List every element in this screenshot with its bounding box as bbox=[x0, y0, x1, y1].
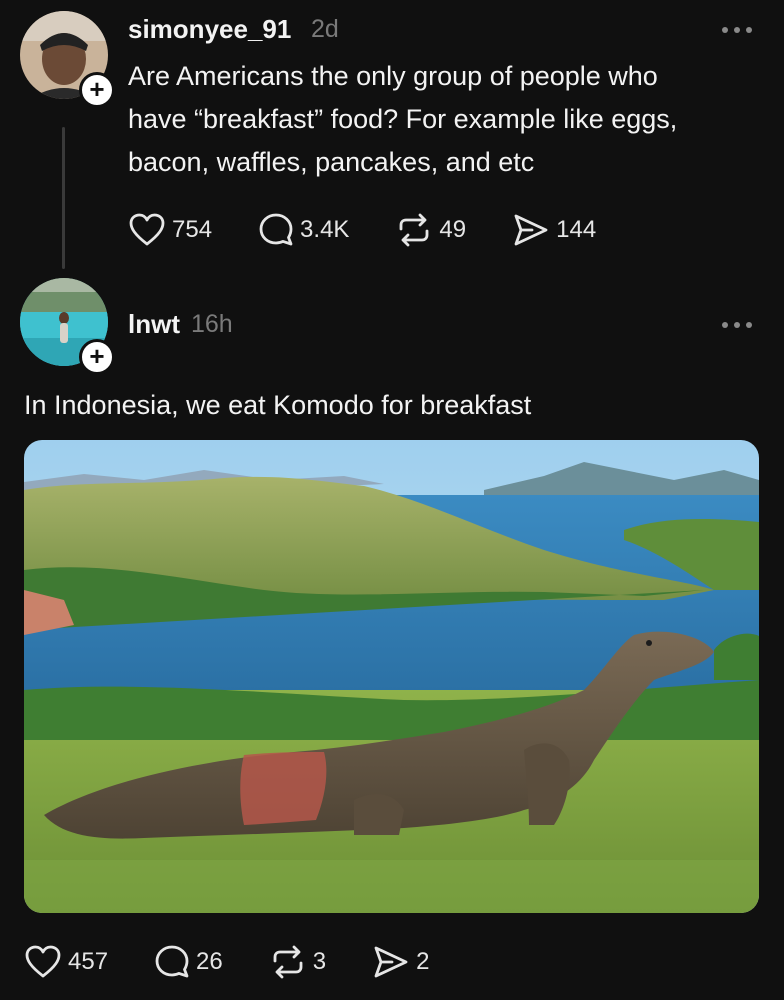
thread-connector-line bbox=[62, 127, 65, 269]
post-timestamp: 2d bbox=[311, 15, 339, 43]
like-count: 457 bbox=[68, 948, 109, 975]
comment-button[interactable]: 3.4K bbox=[258, 212, 349, 248]
comment-button[interactable]: 26 bbox=[154, 944, 223, 980]
like-button[interactable]: 754 bbox=[128, 212, 212, 248]
share-button[interactable]: 2 bbox=[372, 944, 429, 980]
more-options-icon[interactable] bbox=[722, 21, 756, 37]
post-actions: 754 3.4K 49 144 bbox=[128, 212, 642, 248]
reply-actions: 457 26 3 2 bbox=[24, 944, 475, 980]
like-button[interactable]: 457 bbox=[24, 944, 108, 980]
repost-button[interactable]: 3 bbox=[269, 944, 326, 980]
share-button[interactable]: 144 bbox=[512, 212, 596, 248]
comment-count: 26 bbox=[196, 948, 223, 975]
thread-view: + simonyee_91 2d Are Americans the only … bbox=[0, 0, 784, 1000]
reply-image[interactable] bbox=[24, 440, 759, 913]
post-username[interactable]: simonyee_91 bbox=[128, 14, 291, 45]
more-options-icon[interactable] bbox=[722, 316, 756, 332]
heart-icon bbox=[129, 213, 165, 246]
repost-count: 49 bbox=[439, 216, 467, 243]
reply-username[interactable]: lnwt bbox=[128, 309, 180, 340]
reply-body: In Indonesia, we eat Komodo for breakfas… bbox=[24, 390, 532, 420]
komodo-dragon-photo bbox=[24, 440, 759, 913]
heart-icon bbox=[25, 945, 61, 978]
comment-bubble-icon bbox=[259, 213, 293, 246]
like-count: 754 bbox=[172, 216, 213, 243]
follow-badge-simonyee[interactable]: + bbox=[79, 72, 115, 108]
repost-icon bbox=[273, 945, 303, 979]
repost-count: 3 bbox=[312, 948, 327, 975]
send-icon bbox=[374, 946, 408, 978]
share-count: 2 bbox=[416, 948, 430, 975]
repost-icon bbox=[400, 213, 429, 247]
post-body: Are Americans the only group of people w… bbox=[128, 61, 678, 177]
send-icon bbox=[514, 214, 548, 246]
share-count: 144 bbox=[556, 216, 597, 243]
comment-bubble-icon bbox=[155, 945, 189, 978]
follow-badge-lnwt[interactable]: + bbox=[79, 339, 115, 375]
comment-count: 3.4K bbox=[300, 216, 350, 243]
reply-timestamp: 16h bbox=[191, 310, 233, 338]
repost-button[interactable]: 49 bbox=[395, 212, 466, 248]
